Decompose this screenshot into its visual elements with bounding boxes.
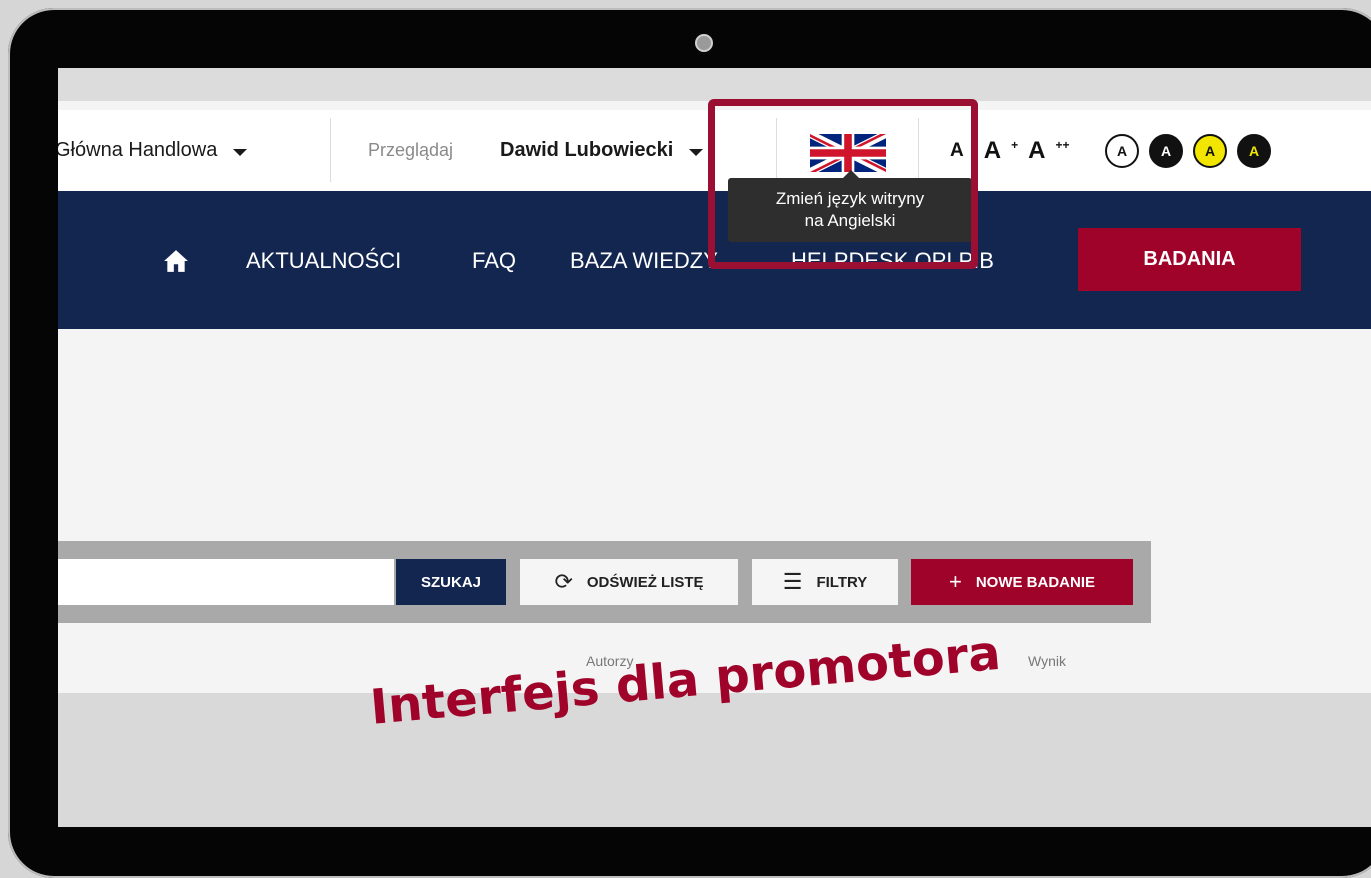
filters-label: FILTRY bbox=[816, 573, 868, 591]
browser-strip bbox=[58, 68, 1371, 101]
site-selector-label: Główna Handlowa bbox=[58, 139, 218, 161]
nav-link-aktualnosci[interactable]: AKTUALNOŚCI bbox=[246, 248, 401, 274]
refresh-list-button[interactable]: ⟳ ODŚWIEŻ LISTĘ bbox=[520, 559, 738, 605]
search-toolbar: SZUKAJ ⟳ ODŚWIEŻ LISTĘ ☰ FILTRY + NOWE B… bbox=[58, 541, 1151, 623]
site-selector[interactable]: Główna Handlowa bbox=[58, 110, 248, 191]
user-name: Dawid Lubowiecki bbox=[500, 139, 674, 161]
camera-icon bbox=[695, 34, 713, 52]
search-button[interactable]: SZUKAJ bbox=[396, 559, 506, 605]
search-input[interactable] bbox=[58, 559, 394, 605]
user-selector[interactable]: Dawid Lubowiecki bbox=[500, 110, 704, 191]
highlight-box bbox=[708, 99, 978, 269]
new-study-label: NOWE BADANIE bbox=[975, 573, 1096, 591]
content-band bbox=[58, 693, 1371, 827]
font-size-letter: A bbox=[983, 136, 1002, 164]
contrast-black-yellow-button[interactable]: A bbox=[1237, 134, 1271, 168]
nav-link-baza-wiedzy[interactable]: BAZA WIEDZY bbox=[570, 248, 718, 274]
badania-button[interactable]: BADANIA bbox=[1078, 228, 1301, 291]
filters-button[interactable]: ☰ FILTRY bbox=[752, 559, 898, 605]
new-study-button[interactable]: + NOWE BADANIE bbox=[911, 559, 1133, 605]
column-header-result[interactable]: Wynik bbox=[1028, 653, 1066, 669]
home-icon[interactable] bbox=[163, 249, 189, 273]
contrast-yellow-button[interactable]: A bbox=[1193, 134, 1227, 168]
screen: Główna Handlowa Przeglądaj Dawid Lubowie… bbox=[58, 68, 1371, 827]
filter-icon: ☰ bbox=[782, 569, 803, 594]
font-size-larger-button[interactable]: A + bbox=[984, 137, 1018, 165]
browse-label: Przeglądaj bbox=[368, 140, 454, 160]
refresh-list-label: ODŚWIEŻ LISTĘ bbox=[586, 573, 704, 591]
font-size-sup: + bbox=[1011, 137, 1019, 152]
chevron-down-icon bbox=[233, 149, 248, 156]
refresh-icon: ⟳ bbox=[554, 569, 573, 594]
contrast-default-button[interactable]: A bbox=[1105, 134, 1139, 168]
font-size-sup: ++ bbox=[1055, 137, 1070, 152]
font-size-letter: A bbox=[1028, 136, 1046, 164]
contrast-controls: A A A A bbox=[1105, 134, 1271, 168]
contrast-dark-button[interactable]: A bbox=[1149, 134, 1183, 168]
divider bbox=[330, 118, 331, 182]
plus-icon: + bbox=[948, 569, 962, 594]
chevron-down-icon bbox=[689, 149, 704, 156]
nav-link-faq[interactable]: FAQ bbox=[472, 248, 516, 274]
font-size-largest-button[interactable]: A ++ bbox=[1028, 137, 1069, 165]
